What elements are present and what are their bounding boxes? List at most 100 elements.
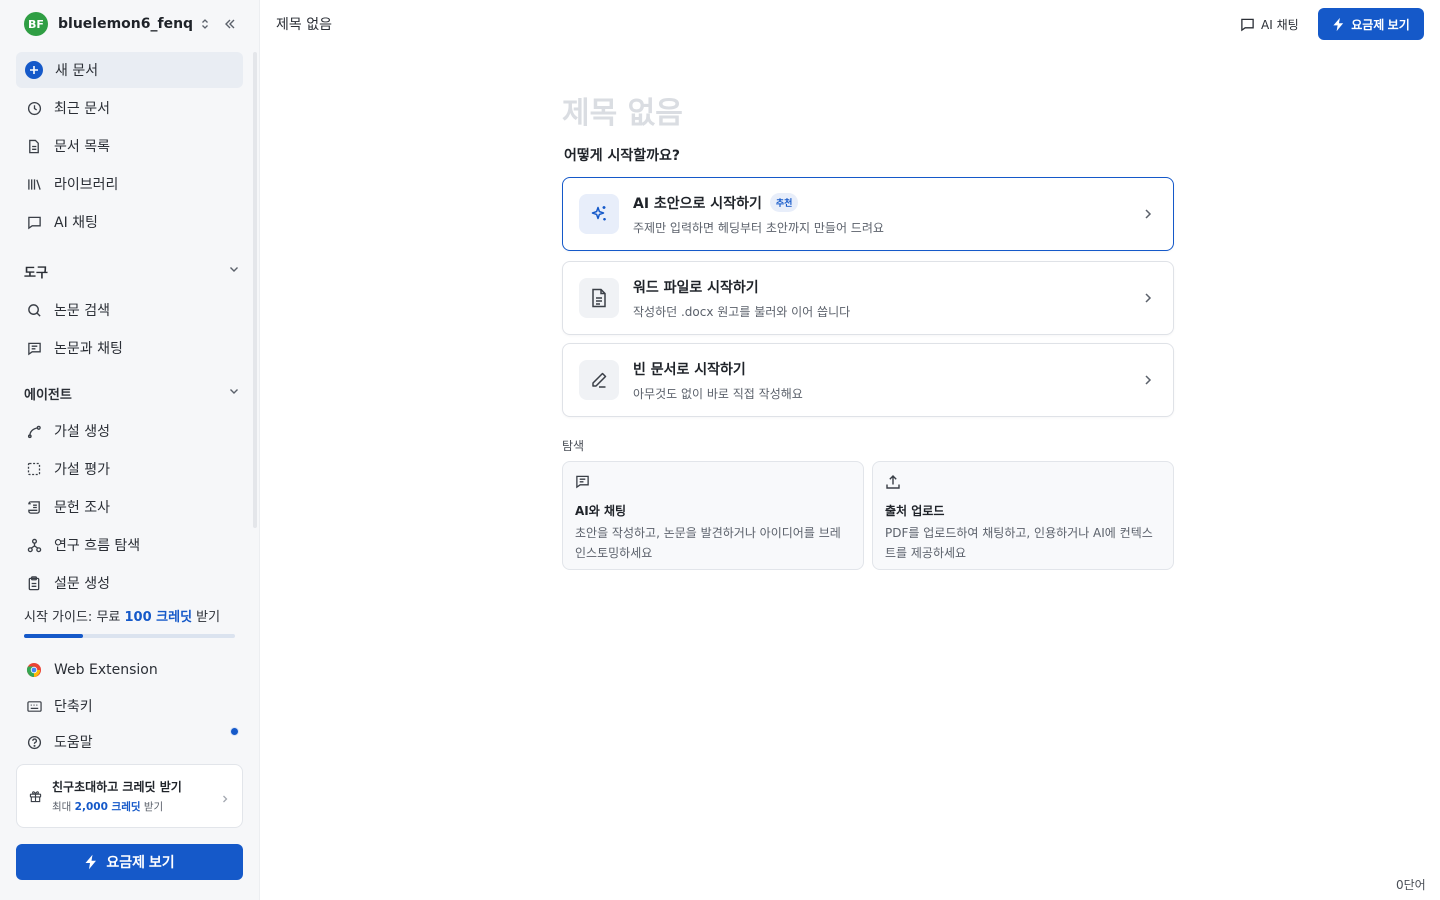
chevron-right-icon xyxy=(1141,290,1155,309)
guide-progress-fill xyxy=(24,634,84,638)
explore-ai-chat-title: AI와 채팅 xyxy=(575,504,627,518)
top-pricing-button[interactable]: 요금제 보기 xyxy=(1318,8,1424,40)
notification-dot xyxy=(230,727,239,736)
library-icon xyxy=(26,176,42,192)
document-icon xyxy=(26,138,42,154)
guide-suffix: 받기 xyxy=(192,610,221,625)
chevron-right-icon xyxy=(1141,372,1155,391)
search-icon xyxy=(26,302,42,318)
sidebar-item-help[interactable]: 도움말 xyxy=(16,724,243,760)
nav-label-paper-search: 논문 검색 xyxy=(54,303,110,319)
top-ai-chat-button[interactable]: AI 채팅 xyxy=(1240,12,1299,36)
explore-upload-desc: PDF를 업로드하여 채팅하고, 인용하거나 AI에 컨텍스트를 제공하세요 xyxy=(885,526,1153,560)
tools-section-title: 도구 xyxy=(24,265,48,281)
guide-prefix: 시작 가이드: 무료 xyxy=(24,610,125,625)
dashed-square-icon xyxy=(26,461,42,477)
sidebar-pricing-label: 요금제 보기 xyxy=(106,854,175,870)
agents-section-title: 에이전트 xyxy=(24,387,72,403)
avatar: BF xyxy=(24,12,48,36)
lightning-icon xyxy=(1333,17,1344,31)
sidebar-item-paper-chat[interactable]: 논문과 채팅 xyxy=(16,330,243,366)
sidebar-item-documents[interactable]: 문서 목록 xyxy=(16,128,243,164)
sidebar-item-library[interactable]: 라이브러리 xyxy=(16,166,243,202)
word-count: 0단어 xyxy=(1396,878,1426,892)
help-icon xyxy=(26,734,42,750)
chevron-down-icon xyxy=(228,385,240,401)
explore-ai-chat-desc: 초안을 작성하고, 논문을 발견하거나 아이디어를 브레인스토밍하세요 xyxy=(575,526,841,560)
sidebar-item-survey-generation[interactable]: 설문 생성 xyxy=(16,565,243,601)
agents-section-toggle[interactable]: 에이전트 xyxy=(24,383,240,403)
nav-label-hypothesis-generation: 가설 생성 xyxy=(54,424,110,440)
scroll-icon xyxy=(26,499,42,515)
clock-icon xyxy=(26,100,42,116)
start-guide-link[interactable]: 시작 가이드: 무료 100 크레딧 받기 xyxy=(24,606,220,625)
clipboard-icon xyxy=(26,575,42,591)
collapse-sidebar-icon[interactable] xyxy=(220,14,240,34)
sidebar-item-hypothesis-evaluation[interactable]: 가설 평가 xyxy=(16,451,243,487)
tools-section-toggle[interactable]: 도구 xyxy=(24,261,240,281)
sparkle-icon xyxy=(579,194,619,234)
sidebar-item-paper-search[interactable]: 논문 검색 xyxy=(16,292,243,328)
recommended-badge: 추천 xyxy=(769,193,799,212)
sidebar-item-research-flow[interactable]: 연구 흐름 탐색 xyxy=(16,527,243,563)
top-ai-chat-label: AI 채팅 xyxy=(1261,17,1299,32)
nav-label-paper-chat: 논문과 채팅 xyxy=(54,341,123,357)
option-title-ai-draft: AI 초안으로 시작하기 xyxy=(633,195,762,212)
start-ai-draft-option[interactable]: AI 초안으로 시작하기 추천 주제만 입력하면 헤딩부터 초안까지 만들어 드려… xyxy=(562,177,1174,251)
nav-label-library: 라이브러리 xyxy=(54,177,119,193)
sidebar-item-shortcuts[interactable]: 단축키 xyxy=(16,688,243,724)
nav-label-literature-review: 문헌 조사 xyxy=(54,500,110,516)
invite-friends-card[interactable]: 친구초대하고 크레딧 받기 최대 2,000 크레딧 받기 xyxy=(16,764,243,828)
lightning-icon xyxy=(85,854,97,870)
new-document-button[interactable]: 새 문서 xyxy=(16,52,243,88)
guide-progress-bar xyxy=(24,634,235,638)
guide-highlight: 100 크레딧 xyxy=(124,610,193,625)
upload-icon xyxy=(885,474,901,490)
sidebar-item-literature-review[interactable]: 문헌 조사 xyxy=(16,489,243,525)
explore-upload-title: 출처 업로드 xyxy=(885,504,945,518)
user-name: bluelemon6_fenq xyxy=(58,16,194,32)
nav-label-web-extension: Web Extension xyxy=(54,662,158,678)
pencil-icon xyxy=(579,360,619,400)
document-title-input[interactable]: 제목 없음 xyxy=(562,88,683,132)
branch-icon xyxy=(26,423,42,439)
nav-label-new-document: 새 문서 xyxy=(55,63,99,79)
start-word-file-option[interactable]: 워드 파일로 시작하기 작성하던 .docx 원고를 불러와 이어 씁니다 xyxy=(562,261,1174,335)
invite-subtitle: 최대 2,000 크레딧 받기 xyxy=(52,801,164,813)
plus-circle-icon xyxy=(25,61,43,79)
document-title-breadcrumb[interactable]: 제목 없음 xyxy=(276,14,332,34)
nav-label-recent: 최근 문서 xyxy=(54,101,110,117)
sidebar-scrollbar[interactable] xyxy=(253,52,257,528)
network-icon xyxy=(26,537,42,553)
nav-label-help: 도움말 xyxy=(54,735,93,751)
nav-label-hypothesis-evaluation: 가설 평가 xyxy=(54,462,110,478)
option-desc-word-file: 작성하던 .docx 원고를 불러와 이어 씁니다 xyxy=(633,304,851,319)
explore-ai-chat-card[interactable]: AI와 채팅 초안을 작성하고, 논문을 발견하거나 아이디어를 브레인스토밍하… xyxy=(562,461,864,570)
invite-title: 친구초대하고 크레딧 받기 xyxy=(52,780,182,794)
sidebar-item-ai-chat[interactable]: AI 채팅 xyxy=(16,204,243,240)
nav-label-shortcuts: 단축키 xyxy=(54,699,93,715)
keyboard-icon xyxy=(26,698,42,714)
start-blank-document-option[interactable]: 빈 문서로 시작하기 아무것도 없이 바로 직접 작성해요 xyxy=(562,343,1174,417)
explore-upload-source-card[interactable]: 출처 업로드 PDF를 업로드하여 채팅하고, 인용하거나 AI에 컨텍스트를 … xyxy=(872,461,1174,570)
sidebar-item-hypothesis-generation[interactable]: 가설 생성 xyxy=(16,413,243,449)
chat-icon xyxy=(1241,18,1254,31)
chevron-right-icon xyxy=(220,789,230,808)
chat-icon xyxy=(26,214,42,230)
nav-label-research-flow: 연구 흐름 탐색 xyxy=(54,538,141,554)
paper-chat-icon xyxy=(26,340,42,356)
chrome-icon xyxy=(26,662,42,678)
gift-icon xyxy=(29,790,42,803)
sidebar-pricing-button[interactable]: 요금제 보기 xyxy=(16,844,243,880)
top-pricing-label: 요금제 보기 xyxy=(1351,17,1410,32)
user-switcher[interactable]: BF bluelemon6_fenq xyxy=(24,12,240,36)
nav-label-survey-generation: 설문 생성 xyxy=(54,576,110,592)
sidebar-item-web-extension[interactable]: Web Extension xyxy=(16,652,243,688)
chevron-down-icon xyxy=(228,263,240,279)
sidebar-item-recent[interactable]: 최근 문서 xyxy=(16,90,243,126)
nav-label-documents: 문서 목록 xyxy=(54,139,110,155)
option-desc-blank: 아무것도 없이 바로 직접 작성해요 xyxy=(633,386,803,401)
option-title-word-file: 워드 파일로 시작하기 xyxy=(633,279,759,296)
explore-section-label: 탐색 xyxy=(562,439,585,453)
message-icon xyxy=(575,474,591,490)
